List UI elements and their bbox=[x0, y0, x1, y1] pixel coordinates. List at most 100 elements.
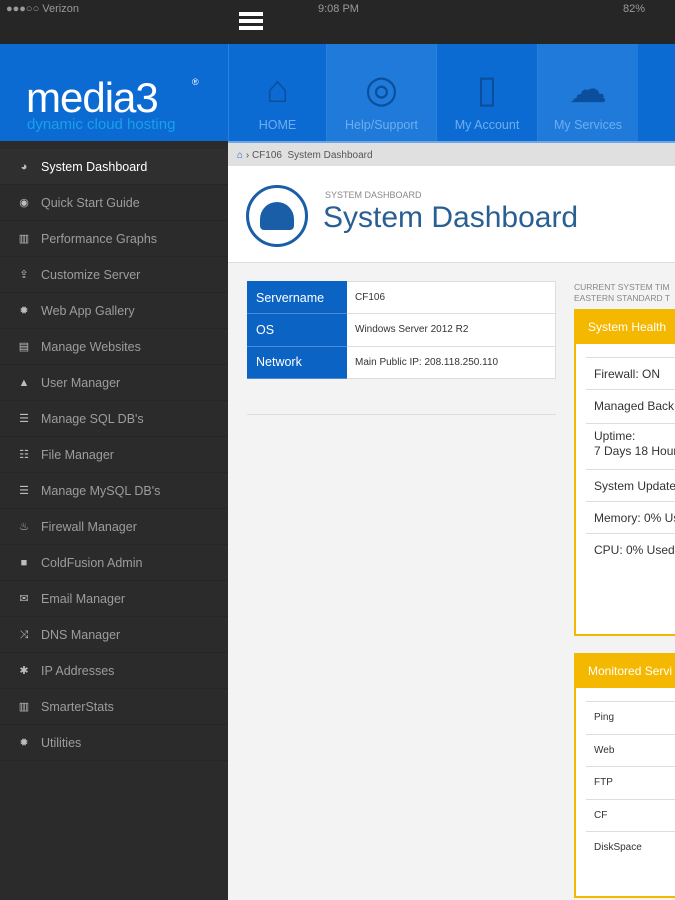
envelope-icon: ✉ bbox=[19, 593, 29, 605]
time-label: CURRENT SYSTEM TIM bbox=[574, 282, 670, 292]
eye-icon: ◉ bbox=[19, 197, 29, 209]
sidebar-item[interactable]: ◉ Quick Start Guide bbox=[0, 185, 228, 221]
sidebar-item-label: ColdFusion Admin bbox=[41, 556, 143, 570]
sidebar-item-label: IP Addresses bbox=[41, 664, 115, 678]
info-key: OS bbox=[247, 313, 347, 347]
table-row: Network Main Public IP: 208.118.250.110 bbox=[247, 345, 556, 379]
sidebar-item[interactable]: ◕ System Dashboard bbox=[0, 149, 228, 185]
sidebar-item[interactable]: ☷ File Manager bbox=[0, 437, 228, 473]
list-icon: ☷ bbox=[19, 449, 29, 461]
sidebar-item[interactable]: ☰ Manage SQL DB's bbox=[0, 401, 228, 437]
sidebar-item[interactable]: ▥ SmarterStats bbox=[0, 689, 228, 725]
sidebar-item-label: File Manager bbox=[41, 448, 114, 462]
sidebar-item-label: Firewall Manager bbox=[41, 520, 137, 534]
sidebar-item[interactable]: ✹ Web App Gallery bbox=[0, 293, 228, 329]
health-item: Uptime: 7 Days 18 Hour bbox=[586, 423, 675, 469]
browser-icon: ▤ bbox=[18, 341, 30, 353]
service-item: Web bbox=[586, 733, 675, 767]
upload-icon: ⇪ bbox=[19, 269, 29, 281]
sidebar-item-label: User Manager bbox=[41, 376, 121, 390]
sidebar-item[interactable]: ▲ User Manager bbox=[0, 365, 228, 401]
info-key: Servername bbox=[247, 280, 347, 315]
timezone-label: EASTERN STANDARD T bbox=[574, 293, 671, 303]
cloud-icon: ☁ bbox=[569, 69, 607, 111]
battery: 82% bbox=[623, 3, 646, 15]
nav-label: My Account bbox=[454, 118, 520, 132]
user-icon: ▲ bbox=[18, 377, 30, 389]
dashboard-icon: ◕ bbox=[20, 161, 28, 173]
service-item: DiskSpace bbox=[586, 831, 675, 864]
sidebar-item[interactable]: ■ ColdFusion Admin bbox=[0, 545, 228, 581]
bar-chart-icon: ▥ bbox=[18, 701, 30, 713]
logo-mark: ® bbox=[192, 77, 199, 87]
logo-text: media3 bbox=[26, 74, 159, 121]
nav-label: Help/Support bbox=[345, 118, 418, 132]
nav-label: HOME bbox=[258, 118, 297, 132]
menu-icon[interactable] bbox=[239, 12, 263, 32]
home-icon[interactable]: ⌂ bbox=[237, 150, 243, 161]
gear-icon: ✹ bbox=[19, 737, 29, 749]
breadcrumb: ⌂ › CF106 System Dashboard bbox=[228, 141, 675, 166]
table-row: OS Windows Server 2012 R2 bbox=[247, 313, 556, 347]
nav-my-account[interactable]: ▯ My Account bbox=[436, 44, 537, 141]
sidebar-item[interactable]: ✱ IP Addresses bbox=[0, 653, 228, 689]
dashboard-icon bbox=[246, 185, 308, 247]
sidebar-item[interactable]: ▤ Manage Websites bbox=[0, 329, 228, 365]
sidebar-item-label: Quick Start Guide bbox=[41, 196, 140, 210]
clock: 9:08 PM bbox=[318, 3, 359, 15]
page-title: System Dashboard bbox=[323, 201, 579, 234]
monitored-services-panel: Monitored Servi Ping Web FTP CF DiskSpace bbox=[574, 653, 675, 898]
square-icon: ■ bbox=[20, 557, 28, 569]
sidebar-item-label: SmarterStats bbox=[41, 700, 114, 714]
info-value: CF106 bbox=[346, 280, 556, 315]
sidebar-item-label: Manage Websites bbox=[41, 340, 141, 354]
service-item: Ping bbox=[586, 701, 675, 734]
bar-chart-icon: ▥ bbox=[18, 233, 30, 245]
database-icon: ☰ bbox=[19, 485, 29, 497]
sidebar-item[interactable]: ✹ Utilities bbox=[0, 725, 228, 761]
service-item: FTP bbox=[586, 766, 675, 799]
sidebar-item[interactable]: ✉ Email Manager bbox=[0, 581, 228, 617]
sidebar-item-label: DNS Manager bbox=[41, 628, 121, 642]
sidebar-item-label: Web App Gallery bbox=[41, 304, 135, 318]
sidebar-item-label: Email Manager bbox=[41, 592, 126, 606]
fire-icon: ♨ bbox=[19, 521, 29, 533]
nav-help-support[interactable]: ◎ Help/Support bbox=[326, 44, 436, 141]
breadcrumb-server[interactable]: CF106 bbox=[252, 150, 282, 161]
page-header: SYSTEM DASHBOARD System Dashboard bbox=[228, 166, 675, 263]
database-icon: ☰ bbox=[19, 413, 29, 425]
system-time: CURRENT SYSTEM TIM EASTERN STANDARD T bbox=[574, 282, 670, 304]
sidebar-item[interactable]: ▥ Performance Graphs bbox=[0, 221, 228, 257]
info-key: Network bbox=[247, 345, 347, 379]
nav-label: My Services bbox=[553, 118, 623, 132]
sidebar-item[interactable]: ⇪ Customize Server bbox=[0, 257, 228, 293]
sidebar: ◕ System Dashboard ◉ Quick Start Guide ▥ Perf… bbox=[0, 141, 228, 900]
table-row: Servername CF106 bbox=[247, 280, 556, 315]
sidebar-item-label: Utilities bbox=[41, 736, 82, 750]
lifebuoy-icon: ◎ bbox=[364, 69, 399, 111]
server-info-table: Servername CF106 OS Windows Server 2012 R2… bbox=[247, 280, 556, 379]
sidebar-item-label: Customize Server bbox=[41, 268, 141, 282]
sidebar-item-label: System Dashboard bbox=[41, 160, 148, 174]
carrier: ●●●○○ Verizon bbox=[6, 3, 79, 15]
page-subtitle: SYSTEM DASHBOARD bbox=[325, 190, 422, 200]
health-item: System Update bbox=[586, 469, 675, 501]
nav-home[interactable]: ⌂ HOME bbox=[228, 44, 326, 141]
list-icon: ▯ bbox=[476, 69, 498, 111]
health-item: CPU: 0% Used bbox=[586, 533, 675, 565]
system-health-panel: System Health Firewall: ON Managed Back Up… bbox=[574, 309, 675, 636]
home-icon: ⌂ bbox=[266, 69, 289, 111]
info-value: Windows Server 2012 R2 bbox=[346, 313, 556, 347]
logo[interactable]: media3 ® dynamic cloud hosting bbox=[0, 44, 228, 141]
sidebar-item[interactable]: ♨ Firewall Manager bbox=[0, 509, 228, 545]
nav-my-services[interactable]: ☁ My Services bbox=[537, 44, 638, 141]
service-item: CF bbox=[586, 798, 675, 832]
breadcrumb-page: System Dashboard bbox=[287, 150, 373, 161]
sidebar-item[interactable]: ☰ Manage MySQL DB's bbox=[0, 473, 228, 509]
sidebar-item[interactable]: ⤨ DNS Manager bbox=[0, 617, 228, 653]
health-item: Managed Back bbox=[586, 389, 675, 423]
logo-tagline: dynamic cloud hosting bbox=[27, 116, 176, 133]
sidebar-item-label: Performance Graphs bbox=[41, 232, 158, 246]
health-item: Firewall: ON bbox=[586, 357, 675, 389]
panel-title: Monitored Servi bbox=[576, 655, 675, 688]
